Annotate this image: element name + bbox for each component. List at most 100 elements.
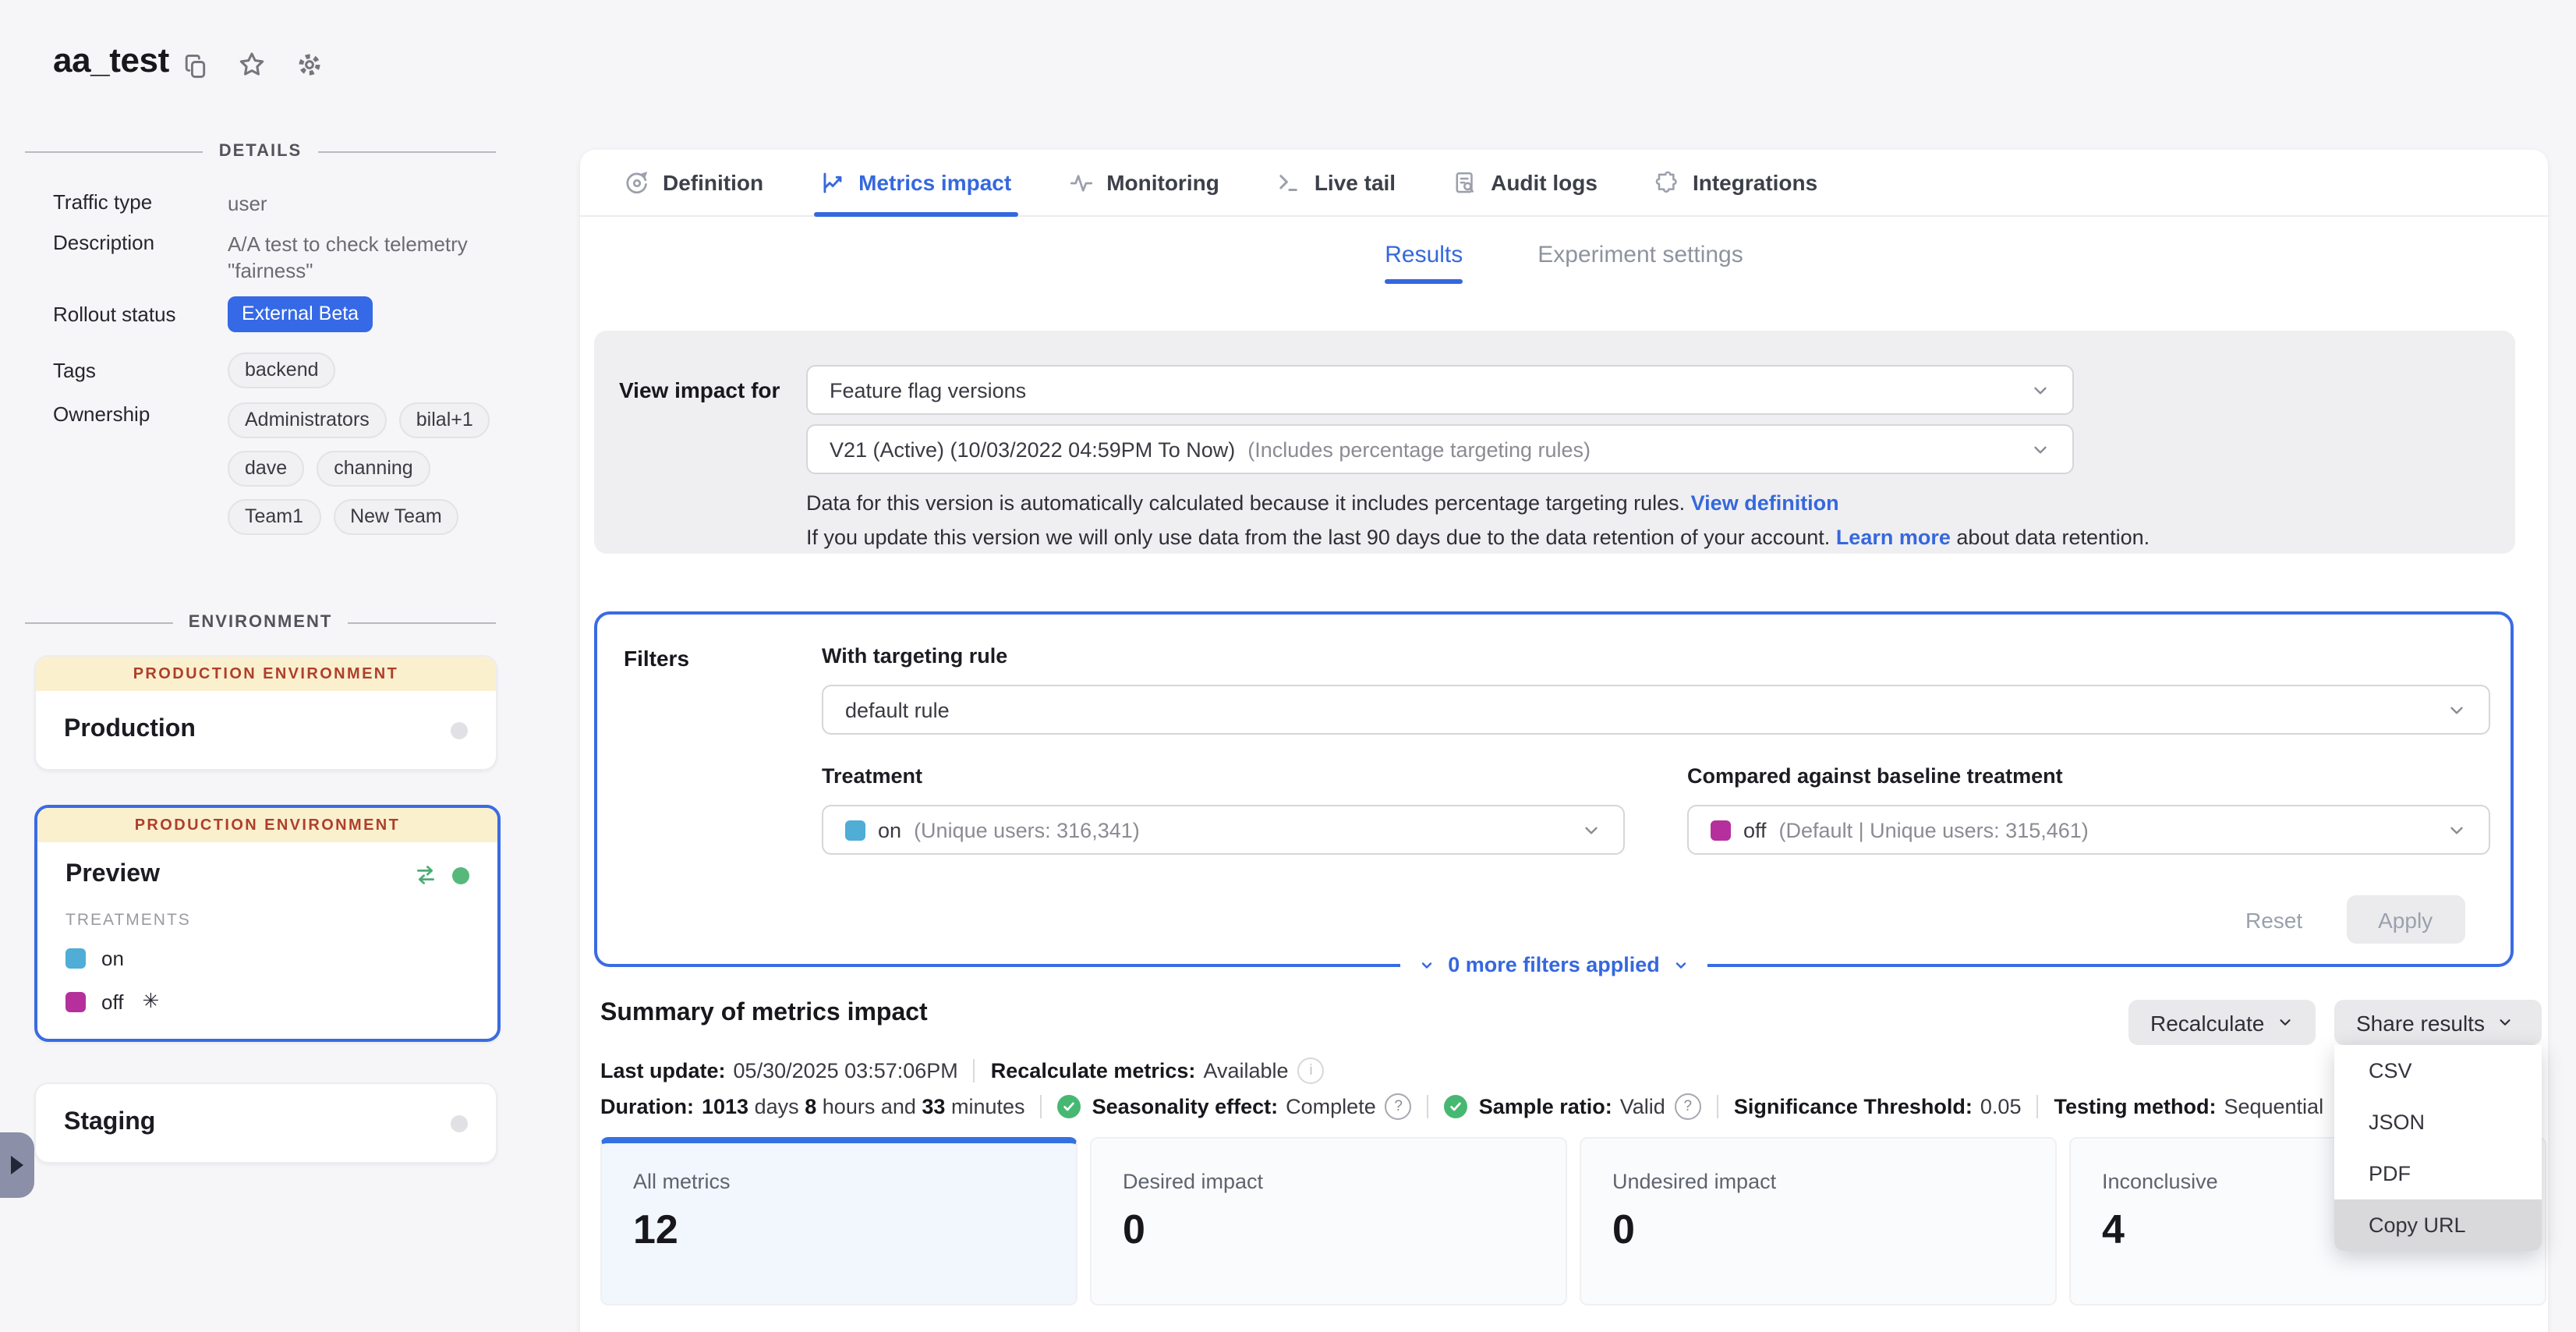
- share-results-menu: CSV JSON PDF Copy URL: [2334, 1045, 2542, 1251]
- tags-label: Tags: [25, 359, 228, 382]
- menu-item-pdf[interactable]: PDF: [2334, 1148, 2542, 1199]
- environment-card-production[interactable]: PRODUCTION ENVIRONMENT Production: [34, 655, 497, 771]
- chevron-down-icon: [1674, 957, 1690, 972]
- metric-card-value: 0: [1612, 1206, 2055, 1254]
- traffic-type-label: Traffic type: [25, 190, 228, 217]
- divider: [1717, 1095, 1718, 1118]
- version-select[interactable]: V21 (Active) (10/03/2022 04:59PM To Now)…: [806, 424, 2074, 474]
- divider: [1041, 1095, 1042, 1118]
- rollout-status-label: Rollout status: [25, 303, 228, 326]
- audit-log-icon: [1452, 169, 1478, 196]
- tab-label: Monitoring: [1106, 170, 1219, 195]
- treatment-select[interactable]: on (Unique users: 316,341): [822, 805, 1625, 855]
- pulse-icon: [1067, 169, 1094, 196]
- summary-heading: Summary of metrics impact: [600, 1000, 928, 1028]
- environment-card-preview[interactable]: PRODUCTION ENVIRONMENT Preview TREATMENT…: [34, 805, 501, 1042]
- swap-arrows-icon[interactable]: [413, 863, 438, 887]
- metric-card-label: Desired impact: [1123, 1170, 1566, 1193]
- duration-value: 1013 days 8 hours and 33 minutes: [702, 1095, 1025, 1118]
- description-row: Description A/A test to check telemetry …: [25, 231, 505, 284]
- ownership-row: Ownership Administrators bilal+1 dave ch…: [25, 402, 505, 535]
- environment-name: Staging: [64, 1109, 155, 1137]
- metric-card-desired-impact[interactable]: Desired impact 0: [1090, 1137, 1567, 1305]
- filters-actions: Reset Apply: [2245, 895, 2465, 944]
- version-note-line-1: Data for this version is automatically c…: [806, 491, 1839, 515]
- learn-more-link[interactable]: Learn more: [1836, 526, 1951, 549]
- owner-pill: channing: [317, 451, 430, 487]
- recalculate-button[interactable]: Recalculate: [2128, 1000, 2316, 1045]
- seasonality-label: Seasonality effect:: [1092, 1095, 1279, 1118]
- tab-audit-logs[interactable]: Audit logs: [1452, 150, 1598, 215]
- sidebar-collapse-button[interactable]: [0, 1132, 34, 1198]
- reset-button[interactable]: Reset: [2245, 907, 2302, 932]
- menu-item-csv[interactable]: CSV: [2334, 1045, 2542, 1096]
- treatment-row-off: off ✳: [65, 989, 469, 1014]
- tab-live-tail[interactable]: Live tail: [1276, 150, 1396, 215]
- subtab-results[interactable]: Results: [1385, 242, 1463, 284]
- more-filters-toggle[interactable]: 0 more filters applied: [1399, 953, 1708, 976]
- apply-button[interactable]: Apply: [2346, 895, 2465, 944]
- summary-meta-row-2: Duration: 1013 days 8 hours and 33 minut…: [600, 1093, 2323, 1120]
- environment-card-staging[interactable]: Staging: [34, 1082, 497, 1164]
- puzzle-icon: [1654, 169, 1680, 196]
- targeting-rule-select[interactable]: default rule: [822, 685, 2490, 735]
- treatment-on-label: on: [101, 947, 124, 970]
- question-icon[interactable]: ?: [1675, 1093, 1701, 1120]
- version-value: V21 (Active) (10/03/2022 04:59PM To Now): [830, 438, 1235, 461]
- star-icon[interactable]: [237, 50, 267, 80]
- tab-monitoring[interactable]: Monitoring: [1067, 150, 1219, 215]
- version-type-value: Feature flag versions: [830, 378, 2030, 402]
- version-type-select[interactable]: Feature flag versions: [806, 365, 2074, 415]
- details-heading: DETAILS: [25, 140, 496, 162]
- baseline-treatment-select[interactable]: off (Default | Unique users: 315,461): [1687, 805, 2490, 855]
- treatment-select-note: (Unique users: 316,341): [914, 818, 1140, 841]
- treatment-on-swatch: [845, 820, 865, 840]
- subtab-bar: Results Experiment settings: [580, 242, 2548, 284]
- tab-label: Audit logs: [1491, 170, 1598, 195]
- menu-item-copy-url[interactable]: Copy URL: [2334, 1199, 2542, 1251]
- chevron-down-icon: [1581, 820, 1601, 840]
- metric-card-label: All metrics: [633, 1170, 1076, 1193]
- tab-label: Integrations: [1693, 170, 1817, 195]
- description-value: A/A test to check telemetry "fairness": [228, 231, 505, 284]
- gear-icon[interactable]: [295, 50, 324, 80]
- rollout-status-badge[interactable]: External Beta: [228, 296, 373, 332]
- title-actions: [181, 50, 324, 80]
- metric-card-label: Undesired impact: [1612, 1170, 2055, 1193]
- status-dot-green: [452, 866, 469, 884]
- treatment-off-swatch: [65, 991, 86, 1011]
- tab-definition[interactable]: Definition: [624, 150, 763, 215]
- baseline-treatment-label: Compared against baseline treatment: [1687, 764, 2063, 788]
- treatment-select-value: on: [878, 818, 901, 841]
- last-update-value: 05/30/2025 03:57:06PM: [734, 1059, 958, 1082]
- divider: [974, 1059, 975, 1082]
- baseline-select-value: off: [1743, 818, 1767, 841]
- recalculate-metrics-value: Available: [1203, 1059, 1288, 1082]
- owner-pill: dave: [228, 451, 304, 487]
- treatment-on-swatch: [65, 948, 86, 969]
- menu-item-json[interactable]: JSON: [2334, 1096, 2542, 1148]
- metric-summary-cards: All metrics 12 Desired impact 0 Undesire…: [600, 1137, 2546, 1305]
- tab-integrations[interactable]: Integrations: [1654, 150, 1817, 215]
- tab-metrics-impact[interactable]: Metrics impact: [819, 150, 1011, 215]
- baseline-select-note: (Default | Unique users: 315,461): [1779, 818, 2089, 841]
- metric-card-value: 12: [633, 1206, 1076, 1254]
- default-treatment-asterisk-icon: ✳: [142, 989, 159, 1014]
- question-icon[interactable]: ?: [1385, 1093, 1412, 1120]
- significance-threshold-label: Significance Threshold:: [1734, 1095, 1973, 1118]
- more-filters-row: 0 more filters applied: [594, 953, 2514, 976]
- traffic-type-value: user: [228, 190, 505, 217]
- testing-method-label: Testing method:: [2054, 1095, 2216, 1118]
- info-icon[interactable]: i: [1298, 1057, 1325, 1084]
- testing-method-value: Sequential: [2224, 1095, 2323, 1118]
- subtab-experiment-settings[interactable]: Experiment settings: [1537, 242, 1743, 284]
- view-definition-link[interactable]: View definition: [1691, 491, 1839, 515]
- environment-heading: ENVIRONMENT: [25, 611, 496, 633]
- copy-icon[interactable]: [181, 51, 209, 79]
- owner-pill: New Team: [333, 499, 459, 535]
- metric-card-undesired-impact[interactable]: Undesired impact 0: [1580, 1137, 2057, 1305]
- metric-card-all-metrics[interactable]: All metrics 12: [600, 1137, 1077, 1305]
- treatment-off-swatch: [1711, 820, 1731, 840]
- share-results-button[interactable]: Share results: [2334, 1000, 2542, 1045]
- significance-threshold-value: 0.05: [1980, 1095, 2022, 1118]
